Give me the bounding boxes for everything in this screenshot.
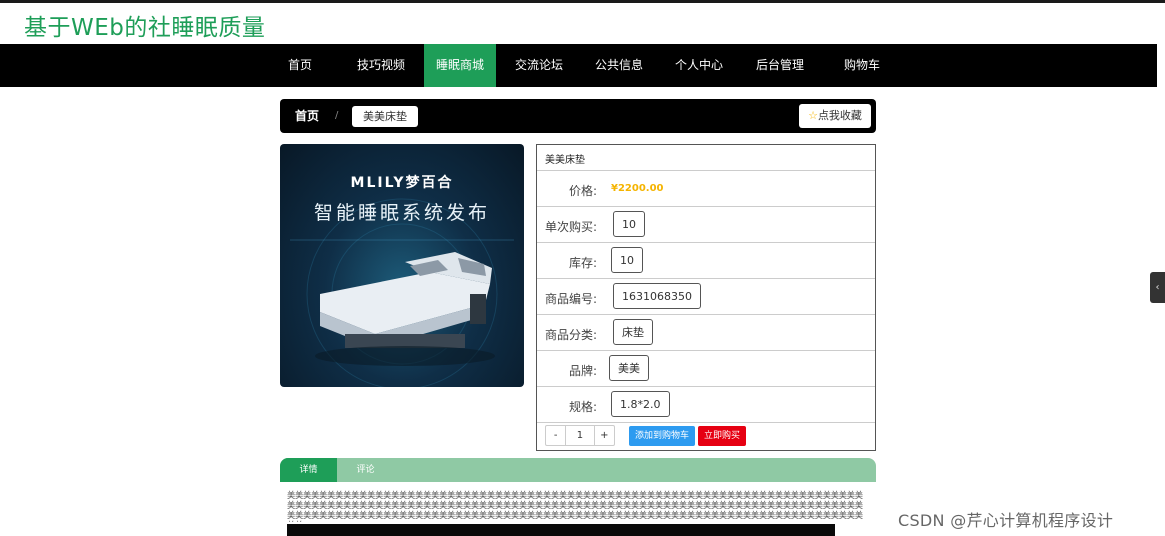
breadcrumb-separator: / xyxy=(335,110,339,121)
stock-value: 10 xyxy=(611,247,643,273)
price-row: 价格: ¥2200.00 xyxy=(537,170,875,206)
tab-comments[interactable]: 评论 xyxy=(337,458,394,482)
spec-value: 1.8*2.0 xyxy=(611,391,670,417)
product-image: MLILY梦百合 智能睡眠系统发布 xyxy=(280,144,524,387)
nav-forum[interactable]: 交流论坛 xyxy=(503,44,575,87)
brand-logo-text: MLILY梦百合 xyxy=(350,175,454,191)
star-icon: ☆ xyxy=(808,109,818,122)
single-purchase-row: 单次购买: 10 xyxy=(537,206,875,242)
tab-detail[interactable]: 详情 xyxy=(280,458,337,482)
brand-label: 品牌: xyxy=(568,364,597,378)
category-value: 床垫 xyxy=(613,319,653,345)
favorite-button[interactable]: ☆点我收藏 xyxy=(799,104,871,128)
stock-label: 库存: xyxy=(568,256,597,270)
nav-public-info[interactable]: 公共信息 xyxy=(583,44,655,87)
watermark: CSDN @芹心计算机程序设计 xyxy=(898,511,1114,530)
quantity-input[interactable]: 1 xyxy=(565,426,595,445)
main-nav: 首页 技巧视频 睡眠商城 交流论坛 公共信息 个人中心 后台管理 购物车 xyxy=(0,44,1157,87)
buy-now-button[interactable]: 立即购买 xyxy=(698,426,747,446)
quantity-minus-button[interactable]: - xyxy=(546,426,565,445)
single-purchase-label: 单次购买: xyxy=(544,220,597,234)
product-code-label: 商品编号: xyxy=(544,292,597,306)
nav-admin[interactable]: 后台管理 xyxy=(744,44,816,87)
top-border xyxy=(0,0,1165,3)
nav-personal-center[interactable]: 个人中心 xyxy=(663,44,735,87)
product-name: 美美床垫 xyxy=(545,155,585,166)
price-value: ¥2200.00 xyxy=(611,183,664,194)
purchase-row-divider xyxy=(537,422,875,423)
category-label: 商品分类: xyxy=(544,328,597,342)
nav-cart[interactable]: 购物车 xyxy=(826,44,898,87)
favorite-label: 点我收藏 xyxy=(817,109,862,122)
breadcrumb: 首页 / 美美床垫 ☆点我收藏 xyxy=(280,99,876,133)
page: 基于WEb的社睡眠质量 首页 技巧视频 睡眠商城 交流论坛 公共信息 个人中心 … xyxy=(0,0,1165,536)
image-headline: 智能睡眠系统发布 xyxy=(313,202,490,224)
brand-value: 美美 xyxy=(609,355,649,381)
brand-row: 品牌: 美美 xyxy=(537,350,875,386)
product-code-row: 商品编号: 1631068350 xyxy=(537,278,875,314)
single-purchase-value: 10 xyxy=(613,211,645,237)
stock-row: 库存: 10 xyxy=(537,242,875,278)
detail-content-text: 美美美美美美美美美美美美美美美美美美美美美美美美美美美美美美美美美美美美美美美美… xyxy=(287,490,863,522)
chevron-left-icon: ‹ xyxy=(1155,282,1160,293)
breadcrumb-current: 美美床垫 xyxy=(352,106,418,127)
spec-row: 规格: 1.8*2.0 xyxy=(537,386,875,422)
nav-home[interactable]: 首页 xyxy=(270,44,330,87)
nav-tips-video[interactable]: 技巧视频 xyxy=(345,44,417,87)
detail-content-image xyxy=(287,524,835,536)
quantity-plus-button[interactable]: + xyxy=(595,426,614,445)
site-title: 基于WEb的社睡眠质量 xyxy=(24,15,266,41)
detail-tabs: 详情 评论 xyxy=(280,458,876,482)
spec-label: 规格: xyxy=(568,400,597,414)
nav-sleep-mall[interactable]: 睡眠商城 xyxy=(424,44,496,87)
add-to-cart-button[interactable]: 添加到购物车 xyxy=(629,426,696,446)
category-row: 商品分类: 床垫 xyxy=(537,314,875,350)
product-code-value: 1631068350 xyxy=(613,283,701,309)
breadcrumb-home[interactable]: 首页 xyxy=(295,99,319,133)
product-info-panel: 美美床垫 价格: ¥2200.00 单次购买: 10 库存: 10 商品编号: … xyxy=(536,144,876,451)
price-label: 价格: xyxy=(568,184,597,198)
quantity-stepper: - 1 + xyxy=(545,425,615,446)
side-collapse-tab[interactable]: ‹ xyxy=(1150,272,1165,303)
